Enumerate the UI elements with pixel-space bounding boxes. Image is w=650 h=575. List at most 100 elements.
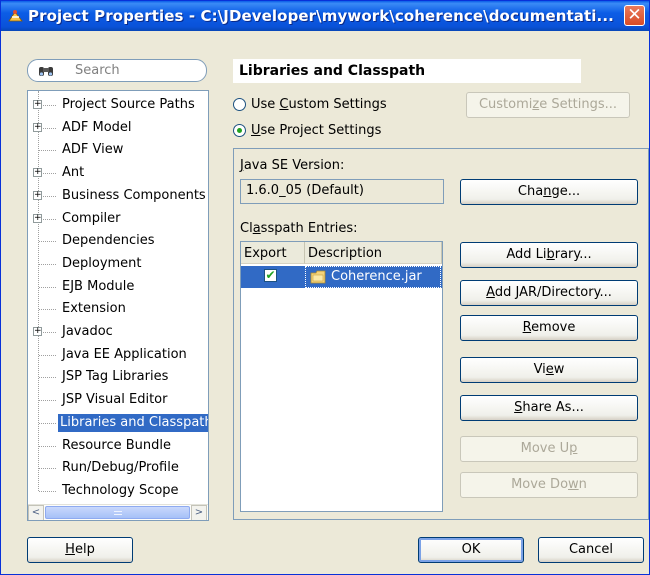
- tree-item[interactable]: Libraries and Classpath: [28, 412, 208, 434]
- tree-item-label: ADF View: [62, 142, 124, 158]
- column-header-export[interactable]: Export: [241, 242, 305, 264]
- tree-item[interactable]: + Ant: [28, 162, 208, 184]
- close-icon: ✕: [627, 5, 642, 25]
- chevron-left-icon: <: [31, 507, 41, 518]
- binoculars-icon: [39, 67, 53, 76]
- tree-item-label: Javadoc: [62, 324, 113, 339]
- tree-item[interactable]: + Business Components: [28, 185, 208, 207]
- tree-item[interactable]: ADF View: [28, 139, 208, 161]
- tree-item-label: Libraries and Classpath: [58, 413, 208, 432]
- customize-settings-button[interactable]: Customize Settings...: [466, 92, 630, 118]
- use-project-settings-radio[interactable]: Use Project Settings: [233, 122, 393, 140]
- tree-connector: [39, 422, 56, 424]
- tree-item-label: Ant: [62, 165, 85, 181]
- tree-connector: [39, 150, 56, 152]
- classpath-table[interactable]: Export Description ✔ Coherence.jar: [240, 241, 443, 512]
- expand-icon[interactable]: +: [33, 327, 42, 336]
- horizontal-scrollbar[interactable]: < >: [28, 504, 208, 520]
- tree-item[interactable]: + Compiler: [28, 208, 208, 230]
- java-version-label: Java SE Version:: [240, 158, 345, 173]
- chevron-right-icon: >: [194, 507, 204, 518]
- use-custom-settings-label: Use Custom Settings: [251, 97, 387, 112]
- tree-connector: [39, 286, 56, 288]
- radio-custom-dot[interactable]: [233, 98, 246, 111]
- scroll-grip: [114, 511, 122, 515]
- jdeveloper-icon: [8, 10, 23, 22]
- expand-icon[interactable]: +: [33, 190, 42, 200]
- title-bar[interactable]: Project Properties - C:\JDeveloper\mywor…: [1, 1, 649, 31]
- change-button[interactable]: Change...: [460, 179, 638, 205]
- search-field[interactable]: Search: [27, 59, 207, 82]
- ok-button[interactable]: OK: [418, 537, 524, 563]
- cancel-button[interactable]: Cancel: [538, 537, 644, 563]
- tree-item-label: Compiler: [62, 210, 121, 226]
- tree-item[interactable]: + Project Source Paths: [28, 94, 208, 116]
- tree-connector: [39, 309, 56, 311]
- tree-item-label: EJB Module: [62, 278, 135, 294]
- jar-file-icon: [310, 270, 326, 284]
- add-jar-directory-button[interactable]: Add JAR/Directory...: [460, 280, 638, 306]
- window-title: Project Properties - C:\JDeveloper\mywor…: [28, 7, 614, 25]
- search-placeholder: Search: [75, 63, 120, 78]
- tree-item[interactable]: Technology Scope: [28, 480, 208, 502]
- move-down-button[interactable]: Move Down: [460, 472, 638, 498]
- java-version-field: 1.6.0_05 (Default): [240, 179, 444, 204]
- tree-connector: [39, 241, 56, 243]
- expand-icon[interactable]: +: [33, 100, 42, 109]
- tree-connector: [39, 263, 56, 265]
- checkmark-icon: ✔: [265, 268, 276, 282]
- column-header-description[interactable]: Description: [305, 242, 442, 264]
- scroll-left-button[interactable]: <: [28, 505, 44, 520]
- tree-item[interactable]: EJB Module: [28, 276, 208, 298]
- project-properties-dialog: Project Properties - C:\JDeveloper\mywor…: [0, 0, 650, 575]
- add-library-button[interactable]: Add Library...: [460, 242, 638, 268]
- tree-item-label: Extension: [62, 301, 126, 317]
- tree-item[interactable]: Dependencies: [28, 230, 208, 252]
- tree-item[interactable]: Deployment: [28, 253, 208, 275]
- remove-button[interactable]: Remove: [460, 315, 638, 341]
- jar-file-name: Coherence.jar: [331, 269, 422, 284]
- view-button[interactable]: View: [460, 357, 638, 383]
- close-button[interactable]: ✕: [624, 5, 645, 26]
- tree-connector: [39, 400, 56, 402]
- export-checkbox[interactable]: ✔: [264, 269, 277, 282]
- help-button[interactable]: Help: [27, 537, 133, 563]
- tree-item[interactable]: + Javadoc: [28, 321, 208, 343]
- tree-connector: [39, 377, 56, 379]
- radio-project-dot[interactable]: [233, 124, 246, 137]
- tree-item-label: Project Source Paths: [62, 97, 195, 112]
- table-row[interactable]: ✔ Coherence.jar: [241, 266, 442, 288]
- tree-connector: [39, 354, 56, 356]
- scroll-thumb[interactable]: [45, 506, 190, 519]
- tree-item[interactable]: JSP Tag Libraries: [28, 366, 208, 388]
- tree-item-label: ADF Model: [62, 119, 132, 135]
- scroll-right-button[interactable]: >: [191, 505, 207, 520]
- description-cell[interactable]: Coherence.jar: [305, 266, 441, 288]
- expand-icon[interactable]: +: [33, 213, 42, 223]
- tree-connector: [39, 445, 56, 447]
- expand-icon[interactable]: +: [33, 168, 42, 178]
- tree-item[interactable]: Run/Debug/Profile: [28, 457, 208, 479]
- tree-item-label: Java EE Application: [62, 346, 187, 362]
- tree-item[interactable]: Java EE Application: [28, 344, 208, 366]
- tree-item-label: Run/Debug/Profile: [62, 460, 179, 476]
- use-custom-settings-radio[interactable]: Use Custom Settings: [233, 96, 393, 114]
- tree-connector: [39, 468, 56, 470]
- tree-item[interactable]: Extension: [28, 298, 208, 320]
- panel-title: Libraries and Classpath: [233, 59, 581, 83]
- category-tree[interactable]: + Project Source Paths + ADF Model ADF View +…: [27, 90, 209, 521]
- expand-icon[interactable]: +: [33, 122, 42, 132]
- tree-item-label: Business Components: [62, 187, 206, 203]
- tree-connector: [39, 490, 56, 492]
- tree-item[interactable]: JSP Visual Editor: [28, 389, 208, 411]
- classpath-entries-label: Classpath Entries:: [240, 221, 358, 236]
- use-project-settings-label: Use Project Settings: [251, 123, 382, 138]
- tree-item-label: JSP Tag Libraries: [62, 369, 169, 385]
- move-up-button[interactable]: Move Up: [460, 436, 638, 462]
- tree-item-label: Technology Scope: [62, 482, 179, 498]
- tree-item[interactable]: Resource Bundle: [28, 435, 208, 457]
- tree-item-label: Dependencies: [62, 233, 155, 249]
- share-as-button[interactable]: Share As...: [460, 395, 638, 421]
- tree-item-label: Resource Bundle: [62, 437, 172, 453]
- tree-item[interactable]: + ADF Model: [28, 117, 208, 139]
